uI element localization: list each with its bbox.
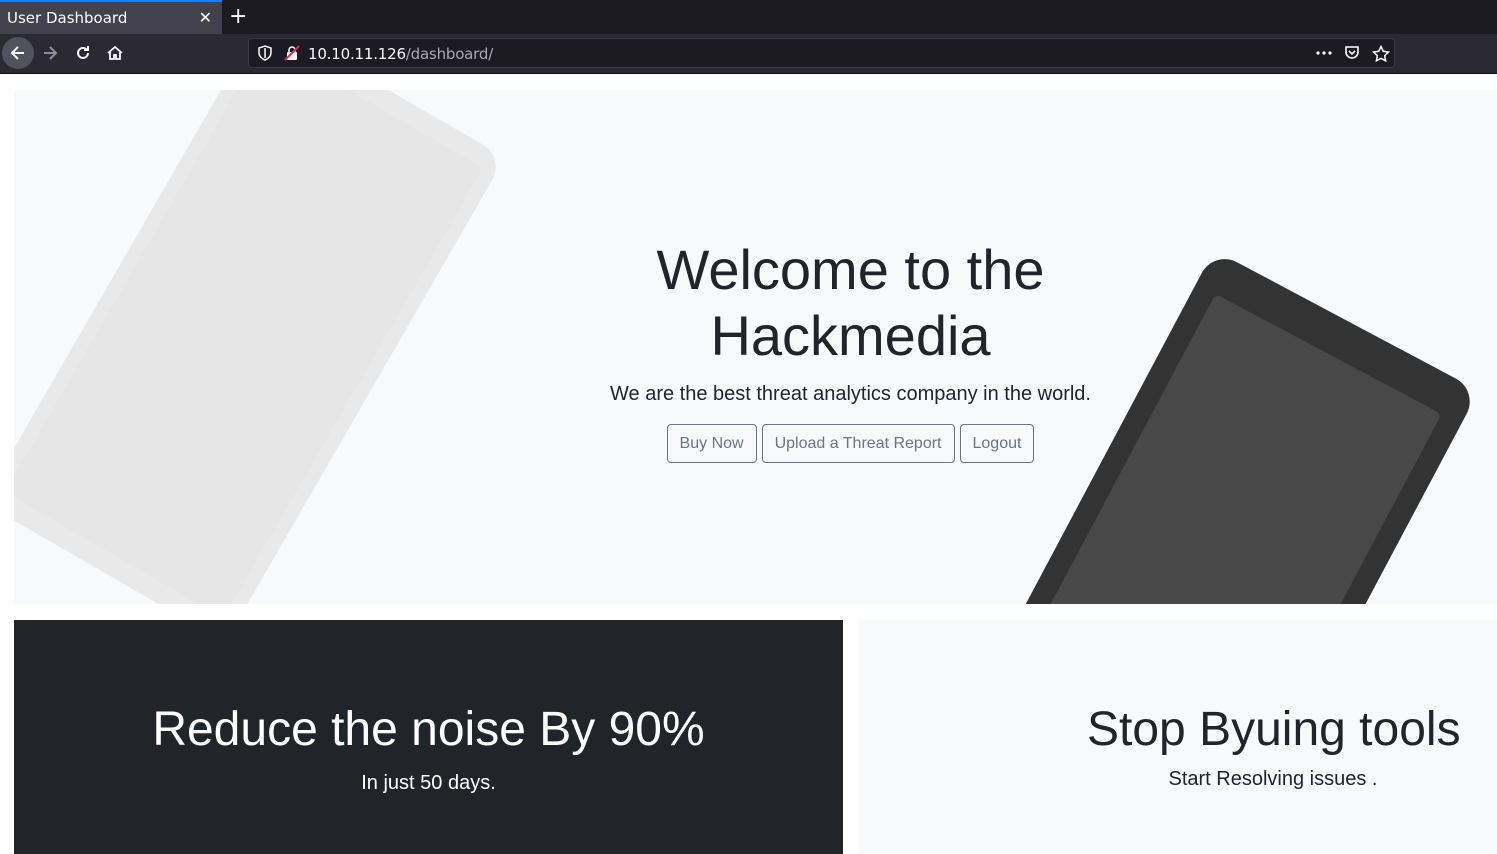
url-path: /dashboard/ — [405, 45, 494, 63]
home-icon[interactable] — [99, 37, 131, 69]
more-icon[interactable] — [1315, 45, 1333, 66]
browser-tab[interactable]: User Dashboard ✕ — [0, 0, 222, 34]
logout-button[interactable]: Logout — [959, 424, 1035, 463]
feature-panel-tools: Stop Byuing tools Start Resolving issues… — [859, 620, 1497, 854]
feature-subtitle: Start Resolving issues . — [1168, 768, 1378, 790]
browser-tab-bar: User Dashboard ✕ + — [0, 0, 1497, 34]
buy-now-button[interactable]: Buy Now — [666, 424, 757, 463]
hero-section: Welcome to the Hackmedia We are the best… — [14, 90, 1497, 604]
url-bar[interactable]: 10.10.11.126/dashboard/ — [248, 38, 1395, 68]
hero-buttons: Buy Now Upload a Threat Report Logout — [14, 424, 1497, 463]
insecure-lock-icon[interactable] — [284, 45, 300, 66]
feature-title: Stop Byuing tools — [1087, 703, 1461, 756]
upload-threat-report-button[interactable]: Upload a Threat Report — [761, 424, 955, 463]
hero-title: Welcome to the Hackmedia — [656, 238, 1045, 367]
feature-subtitle: In just 50 days. — [361, 772, 496, 794]
plus-icon[interactable]: + — [229, 4, 247, 29]
url-text: 10.10.11.126/dashboard/ — [308, 45, 493, 63]
hero-content: Welcome to the Hackmedia We are the best… — [14, 237, 1497, 463]
url-host: 10.10.11.126 — [308, 45, 406, 63]
close-icon[interactable]: ✕ — [199, 8, 212, 27]
shield-icon[interactable] — [257, 45, 273, 66]
hero-lead: We are the best threat analytics company… — [610, 383, 1091, 405]
arrow-left-icon[interactable] — [2, 37, 34, 69]
tab-title: User Dashboard — [7, 9, 128, 27]
reload-icon[interactable] — [67, 37, 99, 69]
page-content: Welcome to the Hackmedia We are the best… — [0, 75, 1497, 854]
feature-panel-noise: Reduce the noise By 90% In just 50 days. — [14, 620, 843, 854]
arrow-right-icon[interactable] — [34, 37, 66, 69]
star-icon[interactable] — [1371, 44, 1391, 68]
feature-title: Reduce the noise By 90% — [152, 703, 705, 756]
browser-toolbar: 10.10.11.126/dashboard/ — [0, 34, 1497, 74]
pocket-icon[interactable] — [1344, 45, 1360, 66]
